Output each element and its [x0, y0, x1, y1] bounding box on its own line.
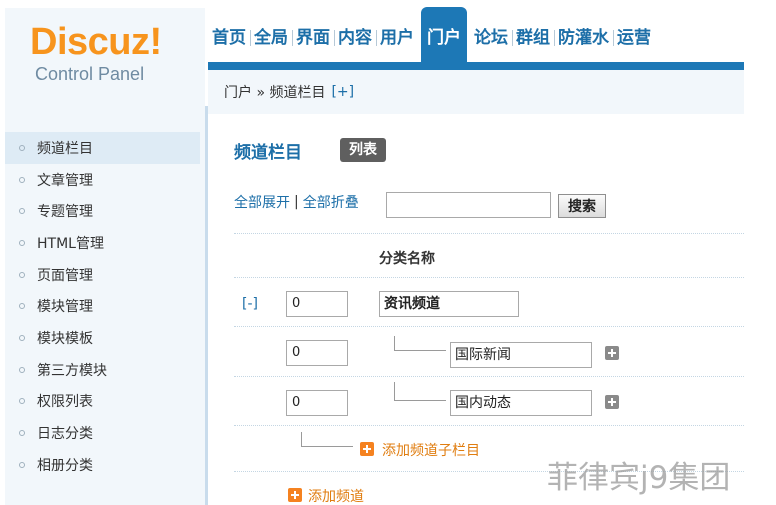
add-channel-link[interactable]: 添加频道 [308, 486, 364, 505]
add-child-icon[interactable] [605, 346, 619, 360]
nav-tab[interactable]: 用户 [376, 8, 418, 62]
sidebar-item-label: 页面管理 [37, 267, 93, 284]
discuz-logo: Discuz! [30, 21, 162, 63]
nav-tab[interactable]: 论坛 [470, 8, 512, 62]
tree-connector [394, 382, 395, 400]
top-nav-items: 首页 全局 界面 内容 用户 门户 论坛 群组 防灌水 运营 [208, 7, 655, 63]
logo-subtitle: Control Panel [35, 64, 145, 84]
sidebar-item-label: HTML管理 [37, 235, 104, 252]
bullet-icon [19, 366, 25, 373]
divider-line [234, 376, 744, 377]
collapse-all-link[interactable]: 全部折叠 [303, 192, 359, 212]
add-channel-icon[interactable] [288, 488, 302, 502]
sidebar-item-label: 文章管理 [37, 172, 93, 189]
tree-connector [394, 400, 446, 401]
search-button[interactable]: 搜索 [558, 194, 606, 218]
bullet-icon [19, 271, 25, 278]
sidebar-item[interactable]: 文章管理 [5, 164, 200, 196]
watermark: 菲律宾j9集团 [547, 460, 731, 496]
add-sub-channel-icon[interactable] [360, 442, 374, 456]
nav-tab[interactable]: 首页 [208, 8, 250, 62]
logo-area: Discuz! Control Panel [5, 8, 205, 106]
divider-line [234, 326, 744, 327]
sidebar-item[interactable]: 页面管理 [5, 259, 200, 291]
column-header-category-name: 分类名称 [379, 251, 435, 267]
bullet-icon [19, 176, 25, 183]
nav-tab[interactable]: 全局 [250, 8, 292, 62]
main-content: 频道栏目 列表 全部展开 | 全部折叠 搜索 分类名称 [-] 0 资讯频道 0… [208, 114, 744, 505]
sidebar-item-label: 频道栏目 [37, 140, 93, 157]
sidebar-item-label: 日志分类 [37, 426, 93, 443]
tree-connector [394, 350, 446, 351]
divider-line [234, 277, 744, 278]
list-tab-badge[interactable]: 列表 [340, 138, 386, 162]
top-nav-underline [208, 62, 744, 70]
page-title: 频道栏目 [234, 143, 302, 163]
sidebar-menu: 频道栏目文章管理专题管理 HTML管理 页面管理模块管理模块模板第三方模块权限列表日… [5, 132, 200, 481]
sidebar-item[interactable]: 模块管理 [5, 290, 200, 322]
ops-separator: | [294, 194, 299, 210]
sidebar-item[interactable]: 模块模板 [5, 322, 200, 354]
bullet-icon [19, 398, 25, 405]
sidebar-item[interactable]: 第三方模块 [5, 354, 200, 386]
add-sub-channel-link[interactable]: 添加频道子栏目 [382, 440, 480, 460]
sidebar-item-label: 第三方模块 [37, 362, 107, 379]
sidebar-item[interactable]: 权限列表 [5, 386, 200, 418]
nav-tab[interactable]: 运营 [613, 8, 655, 62]
breadcrumb-add-link[interactable]: [+] [331, 84, 354, 100]
search-input[interactable] [386, 192, 551, 218]
divider-line [234, 233, 744, 234]
bullet-icon [19, 461, 25, 468]
sidebar-item-label: 相册分类 [37, 457, 93, 474]
category-name-input[interactable]: 国内动态 [450, 390, 592, 416]
sidebar: 频道栏目文章管理专题管理 HTML管理 页面管理模块管理模块模板第三方模块权限列表日… [5, 106, 205, 505]
tree-connector [301, 432, 302, 446]
add-child-icon[interactable] [605, 395, 619, 409]
tree-connector [394, 336, 395, 350]
breadcrumb-text: 门户 » 频道栏目 [224, 85, 326, 101]
sidebar-item-label: 模块模板 [37, 330, 93, 347]
sidebar-item[interactable]: 相册分类 [5, 449, 200, 481]
sidebar-item[interactable]: 专题管理 [5, 195, 200, 227]
display-order-input[interactable]: 0 [286, 340, 348, 366]
bullet-icon [19, 239, 25, 246]
tree-connector [301, 446, 353, 447]
display-order-input[interactable]: 0 [286, 291, 348, 317]
sidebar-item-label: 权限列表 [37, 394, 93, 411]
sidebar-item[interactable]: HTML管理 [5, 227, 200, 259]
nav-tab[interactable]: 群组 [512, 8, 554, 62]
category-name-input[interactable]: 国际新闻 [450, 342, 592, 368]
top-navigation: 首页 全局 界面 内容 用户 门户 论坛 群组 防灌水 运营 [208, 7, 744, 70]
nav-tab[interactable]: 门户 [421, 7, 467, 63]
expand-all-link[interactable]: 全部展开 [234, 192, 290, 212]
collapse-toggle[interactable]: [-] [242, 296, 258, 312]
category-name-input[interactable]: 资讯频道 [379, 291, 519, 317]
tree-operations: 全部展开 | 全部折叠 [234, 192, 359, 212]
nav-tab[interactable]: 防灌水 [554, 8, 613, 62]
bullet-icon [19, 334, 25, 341]
bullet-icon [19, 144, 25, 151]
bullet-icon [19, 430, 25, 437]
sidebar-item-label: 专题管理 [37, 204, 93, 221]
bullet-icon [19, 303, 25, 310]
nav-tab[interactable]: 内容 [334, 8, 376, 62]
nav-tab[interactable]: 界面 [292, 8, 334, 62]
sidebar-item[interactable]: 频道栏目 [5, 132, 200, 164]
sidebar-item[interactable]: 日志分类 [5, 417, 200, 449]
sidebar-item-label: 模块管理 [37, 299, 93, 316]
divider-line [234, 425, 744, 426]
bullet-icon [19, 208, 25, 215]
display-order-input[interactable]: 0 [286, 390, 348, 416]
breadcrumb: 门户 » 频道栏目 [+] [208, 70, 744, 114]
